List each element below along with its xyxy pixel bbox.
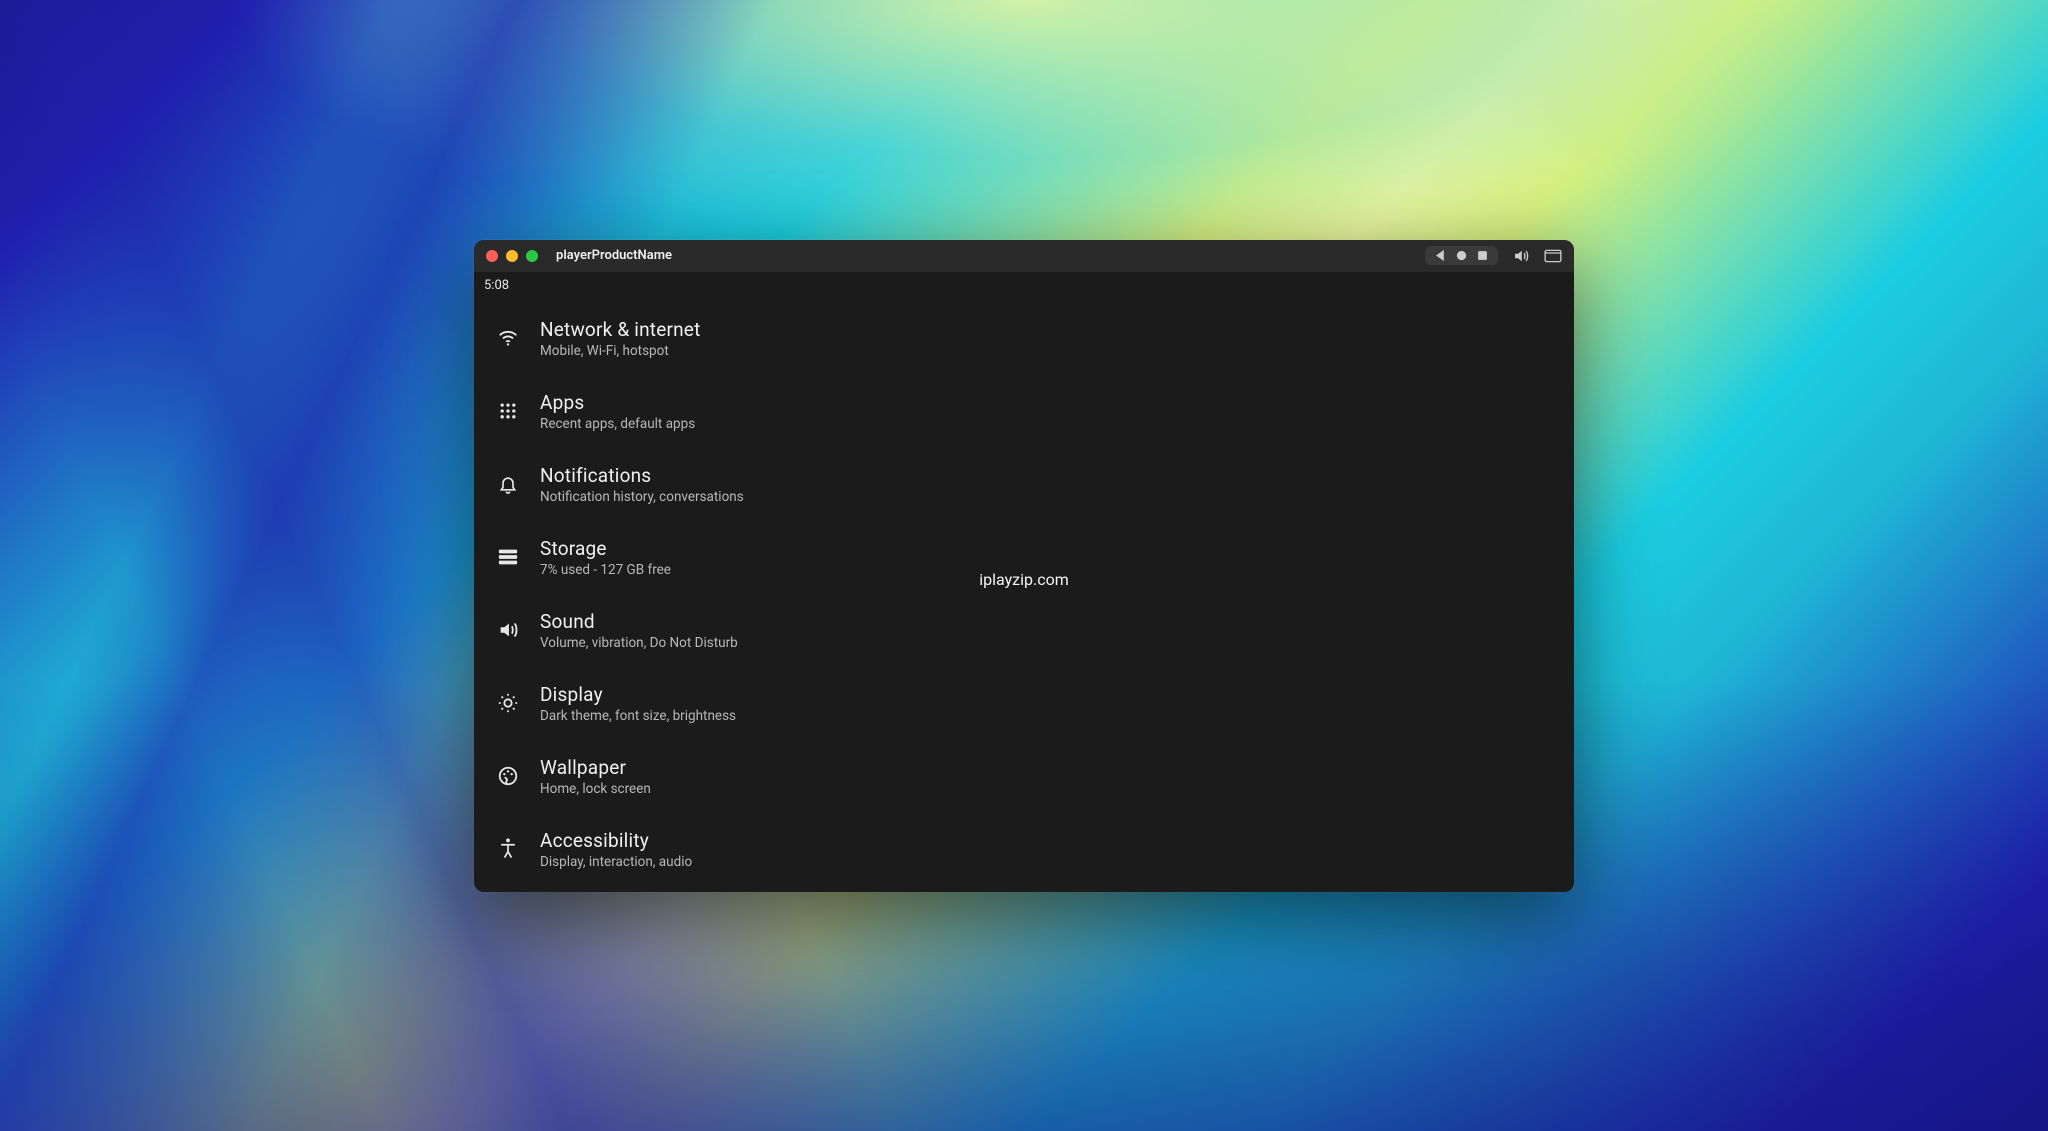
settings-item-subtitle: 7% used - 127 GB free — [540, 562, 671, 578]
settings-item-subtitle: Display, interaction, audio — [540, 854, 692, 870]
player-controls-pill — [1425, 246, 1498, 265]
volume-icon[interactable] — [1512, 247, 1530, 265]
recents-icon[interactable] — [1477, 250, 1488, 261]
settings-item-title: Wallpaper — [540, 756, 651, 779]
settings-item-network[interactable]: Network & internet Mobile, Wi-Fi, hotspo… — [474, 302, 1574, 375]
storage-icon — [496, 545, 520, 569]
settings-item-title: Apps — [540, 391, 695, 414]
home-icon[interactable] — [1456, 250, 1467, 261]
minimize-button[interactable] — [506, 250, 518, 262]
wallpaper-icon — [496, 764, 520, 788]
back-icon[interactable] — [1435, 250, 1446, 261]
settings-item-wallpaper[interactable]: Wallpaper Home, lock screen — [474, 740, 1574, 813]
settings-item-subtitle: Mobile, Wi-Fi, hotspot — [540, 343, 701, 359]
wifi-icon — [496, 326, 520, 350]
titlebar-right-controls — [1425, 246, 1562, 265]
settings-item-title: Notifications — [540, 464, 744, 487]
fullscreen-icon[interactable] — [1544, 249, 1562, 263]
settings-item-title: Display — [540, 683, 736, 706]
settings-item-title: Accessibility — [540, 829, 692, 852]
display-icon — [496, 691, 520, 715]
window-title: playerProductName — [556, 248, 672, 263]
settings-item-sound[interactable]: Sound Volume, vibration, Do Not Disturb — [474, 594, 1574, 667]
settings-item-subtitle: Recent apps, default apps — [540, 416, 695, 432]
settings-item-display[interactable]: Display Dark theme, font size, brightnes… — [474, 667, 1574, 740]
status-time: 5:08 — [484, 278, 509, 293]
window-controls — [486, 250, 538, 262]
settings-item-subtitle: Dark theme, font size, brightness — [540, 708, 736, 724]
settings-list: Network & internet Mobile, Wi-Fi, hotspo… — [474, 302, 1574, 892]
accessibility-icon — [496, 837, 520, 861]
settings-item-subtitle: Notification history, conversations — [540, 489, 744, 505]
apps-icon — [496, 399, 520, 423]
settings-item-apps[interactable]: Apps Recent apps, default apps — [474, 375, 1574, 448]
maximize-button[interactable] — [526, 250, 538, 262]
settings-item-subtitle: Volume, vibration, Do Not Disturb — [540, 635, 738, 651]
settings-item-storage[interactable]: Storage 7% used - 127 GB free — [474, 521, 1574, 594]
settings-item-title: Network & internet — [540, 318, 701, 341]
settings-item-notifications[interactable]: Notifications Notification history, conv… — [474, 448, 1574, 521]
app-window: playerProductName — [474, 240, 1574, 892]
settings-item-title: Storage — [540, 537, 671, 560]
bell-icon — [496, 472, 520, 496]
sound-icon — [496, 618, 520, 642]
settings-item-accessibility[interactable]: Accessibility Display, interaction, audi… — [474, 813, 1574, 886]
titlebar: playerProductName — [474, 240, 1574, 272]
settings-item-title: Sound — [540, 610, 738, 633]
close-button[interactable] — [486, 250, 498, 262]
settings-item-subtitle: Home, lock screen — [540, 781, 651, 797]
emulator-screen: 5:08 iplayzip.com Network & internet Mob… — [474, 272, 1574, 892]
